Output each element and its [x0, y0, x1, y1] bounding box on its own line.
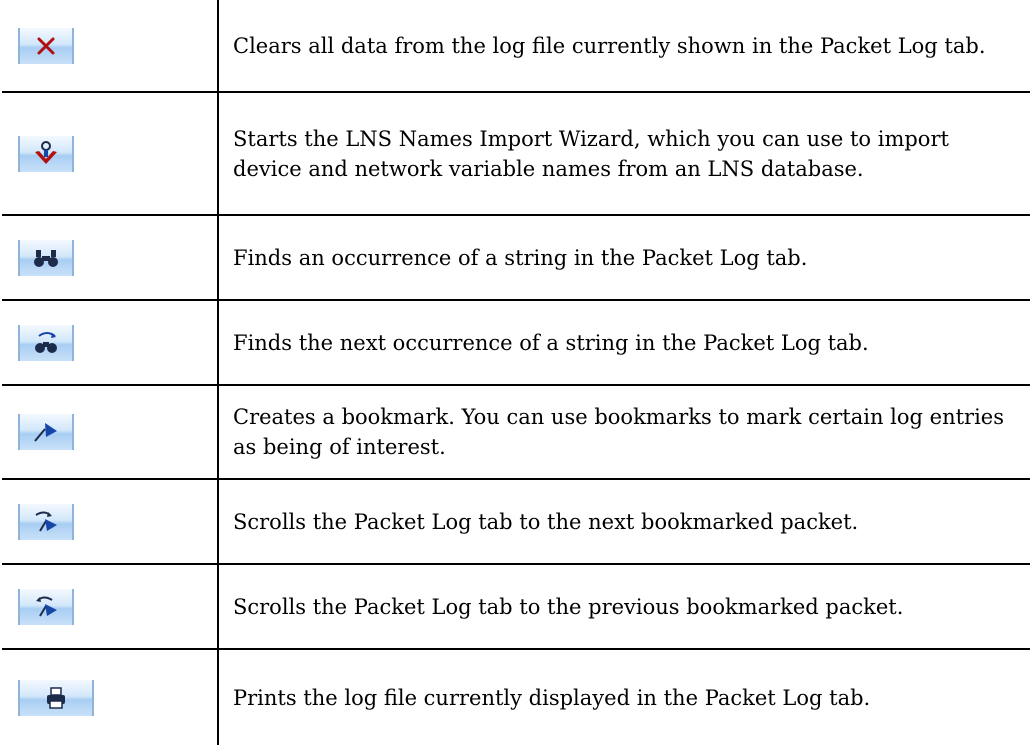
previous-bookmark-button[interactable] [18, 588, 74, 625]
print-icon [47, 686, 65, 709]
table-row: Creates a bookmark. You can use bookmark… [2, 384, 1030, 480]
row-description: Prints the log file currently displayed … [217, 648, 1030, 745]
previous-bookmark-icon [36, 596, 57, 617]
print-button[interactable] [18, 679, 94, 716]
row-description: Starts the LNS Names Import Wizard, whic… [217, 91, 1030, 216]
table-row: Scrolls the Packet Log tab to the next b… [2, 478, 1030, 565]
find-button[interactable] [18, 239, 74, 276]
bookmark-button[interactable] [18, 414, 74, 450]
row-description: Creates a bookmark. You can use bookmark… [217, 384, 1030, 480]
bookmark-flag-icon [34, 423, 57, 442]
table-row: Clears all data from the log file curren… [2, 0, 1030, 93]
row-description: Clears all data from the log file curren… [217, 0, 1030, 93]
table-row: Finds an occurrence of a string in the P… [2, 214, 1030, 301]
row-description: Finds an occurrence of a string in the P… [217, 214, 1030, 301]
find-next-icon [35, 331, 57, 353]
clear-log-icon [37, 37, 55, 54]
toolbar-reference-table: Clears all data from the log file curren… [2, 0, 1030, 745]
table-row: Prints the log file currently displayed … [2, 648, 1030, 745]
table-row: Starts the LNS Names Import Wizard, whic… [2, 91, 1030, 216]
find-binoculars-icon [34, 249, 58, 267]
row-description: Scrolls the Packet Log tab to the next b… [217, 478, 1030, 565]
lns-import-button[interactable] [18, 135, 74, 172]
table-row: Scrolls the Packet Log tab to the previo… [2, 563, 1030, 650]
table-row: Finds the next occurrence of a string in… [2, 299, 1030, 386]
row-description: Scrolls the Packet Log tab to the previo… [217, 563, 1030, 650]
row-description: Finds the next occurrence of a string in… [217, 299, 1030, 386]
lns-import-icon [35, 140, 57, 164]
find-next-button[interactable] [18, 324, 74, 361]
clear-log-button[interactable] [18, 27, 74, 64]
next-bookmark-icon [35, 511, 57, 532]
next-bookmark-button[interactable] [18, 503, 74, 540]
